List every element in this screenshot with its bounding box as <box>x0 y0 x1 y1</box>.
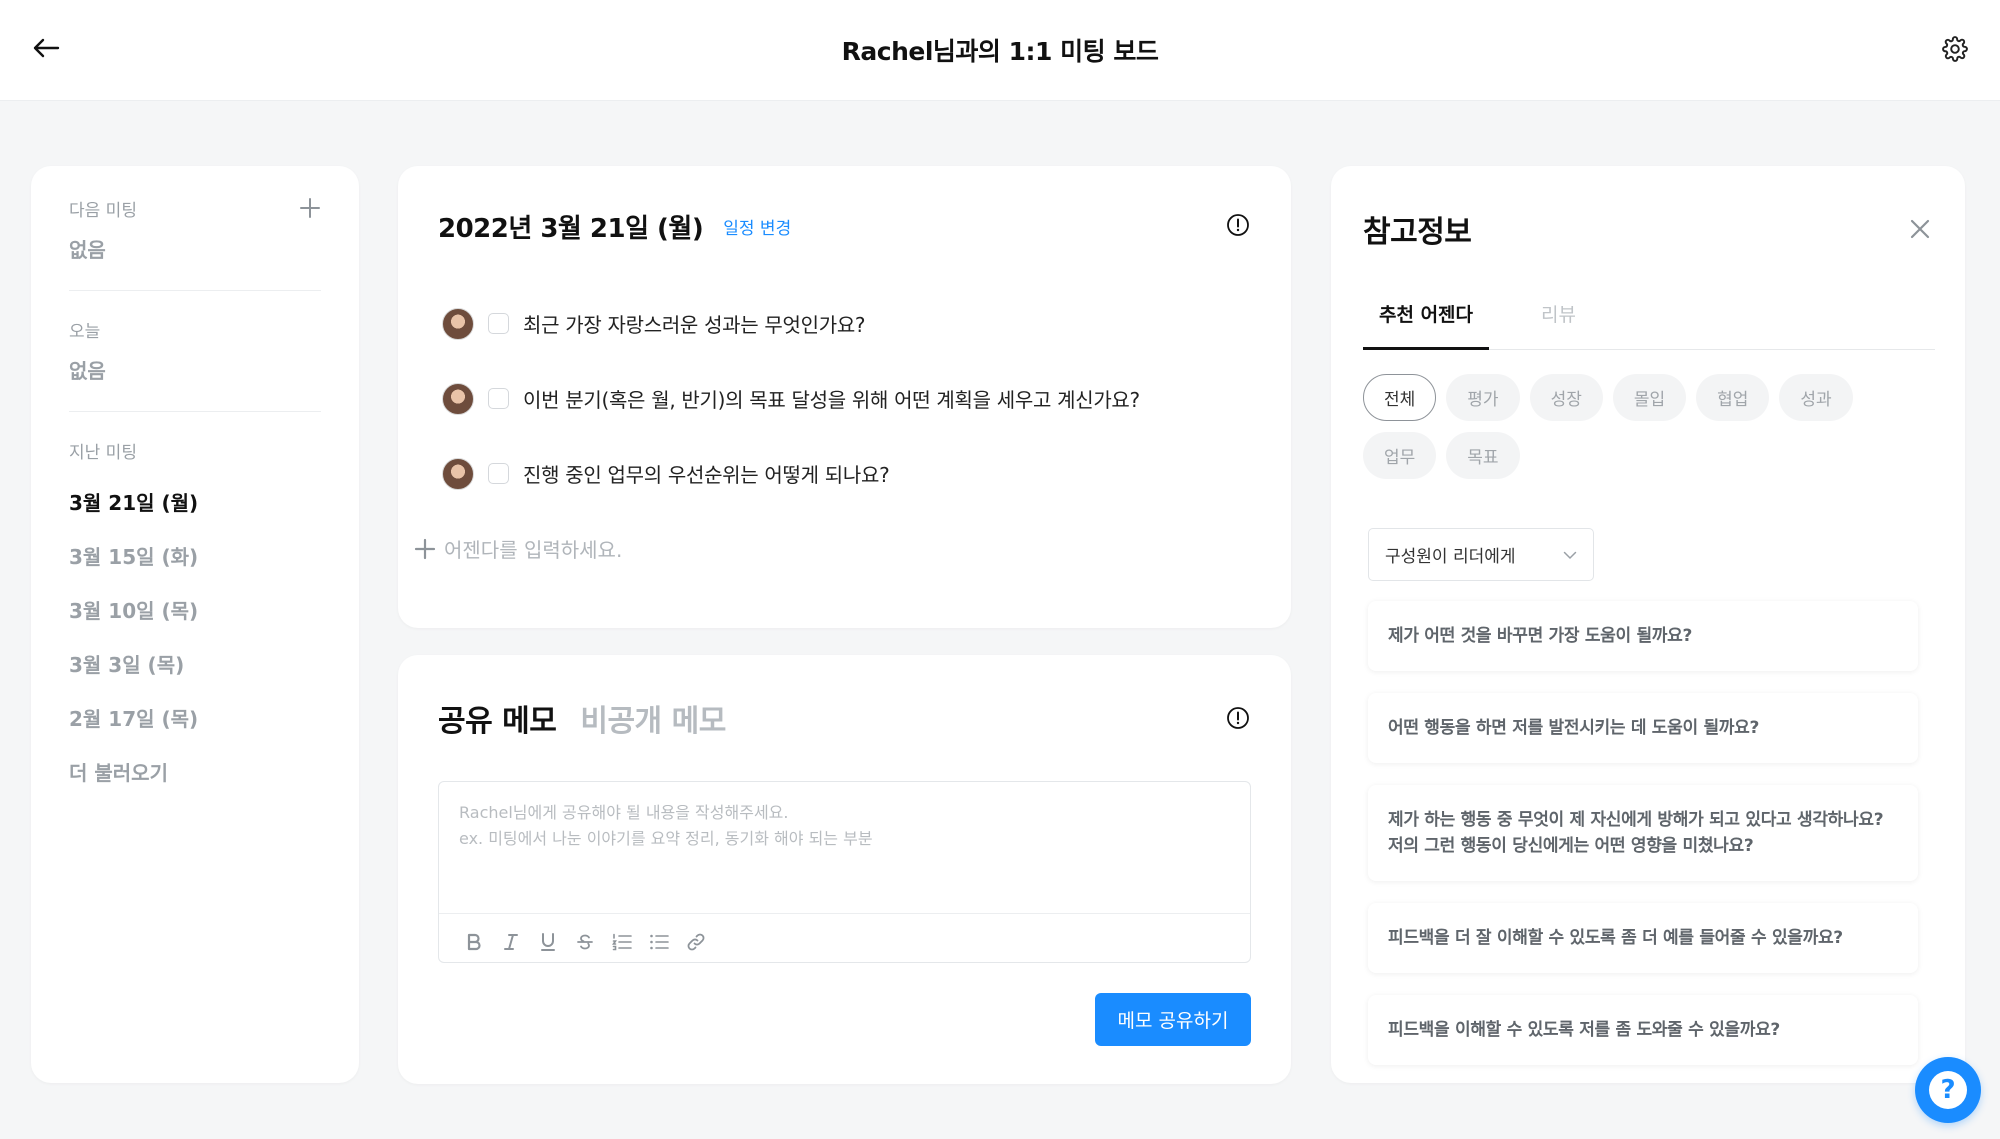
italic-button[interactable] <box>492 927 529 957</box>
category-chips: 전체 평가 성장 몰입 협업 성과 업무 목표 <box>1363 374 1883 490</box>
italic-icon <box>503 934 518 950</box>
bold-icon <box>467 933 481 951</box>
bullet-list-icon <box>649 934 669 950</box>
tab-review[interactable]: 리뷰 <box>1525 292 1592 350</box>
add-agenda-input[interactable]: 어젠다를 입력하세요. <box>414 511 1251 586</box>
question-icon: ? <box>1929 1071 1967 1109</box>
question-card[interactable]: 제가 하는 행동 중 무엇이 제 자신에게 방해가 되고 있다고 생각하나요? … <box>1368 785 1918 881</box>
today-value: 없음 <box>69 359 106 383</box>
tab-recommended-agenda[interactable]: 추천 어젠다 <box>1363 292 1490 350</box>
past-meeting-item[interactable]: 2월 17일 (목) <box>69 692 321 746</box>
agenda-header: 2022년 3월 21일 (월) 일정 변경 <box>438 166 1251 286</box>
underline-button[interactable] <box>529 927 566 957</box>
past-meeting-item[interactable]: 3월 15일 (화) <box>69 530 321 584</box>
ordered-list-button[interactable] <box>603 927 640 957</box>
link-button[interactable] <box>677 927 714 957</box>
page-title: Rachel님과의 1:1 미팅 보드 <box>841 37 1159 66</box>
agenda-card: 2022년 3월 21일 (월) 일정 변경 최근 가장 자랑스러운 성과는 무… <box>398 166 1291 628</box>
load-more-link[interactable]: 더 불러오기 <box>69 746 321 800</box>
meeting-date: 2022년 3월 21일 (월) <box>438 213 704 244</box>
help-button[interactable]: ? <box>1915 1057 1981 1123</box>
chip-goal[interactable]: 목표 <box>1446 432 1520 479</box>
next-meeting-value: 없음 <box>69 238 106 262</box>
agenda-item: 이번 분기(혹은 월, 반기)의 목표 달성을 위해 어떤 계획을 세우고 계신… <box>438 361 1251 436</box>
agenda-item: 진행 중인 업무의 우선순위는 어떻게 되나요? <box>438 436 1251 511</box>
close-reference-button[interactable] <box>1905 214 1935 244</box>
add-meeting-button[interactable] <box>299 197 321 219</box>
reference-title: 참고정보 <box>1363 215 1472 250</box>
question-card[interactable]: 피드백을 더 잘 이해할 수 있도록 좀 더 예를 들어줄 수 있을까요? <box>1368 903 1918 973</box>
change-schedule-link[interactable]: 일정 변경 <box>723 214 791 239</box>
past-meeting-item[interactable]: 3월 3일 (목) <box>69 638 321 692</box>
past-meetings-label: 지난 미팅 <box>69 442 137 463</box>
underline-icon <box>540 933 555 951</box>
chip-engagement[interactable]: 몰입 <box>1612 374 1687 421</box>
agenda-info-button[interactable] <box>1225 212 1251 238</box>
agenda-item: 최근 가장 자랑스러운 성과는 무엇인가요? <box>438 286 1251 361</box>
info-circle-icon <box>1227 707 1249 729</box>
memo-info-button[interactable] <box>1225 705 1251 731</box>
next-meeting-header: 다음 미팅 <box>69 188 321 228</box>
agenda-item-text[interactable]: 최근 가장 자랑스러운 성과는 무엇인가요? <box>523 309 866 338</box>
reference-tabs: 추천 어젠다 리뷰 <box>1363 292 1935 350</box>
meeting-sidebar: 다음 미팅 없음 오늘 없음 지난 미팅 3월 21일 (월) 3월 15일 (… <box>31 166 359 1083</box>
past-meetings-header: 지난 미팅 <box>69 430 321 470</box>
direction-select-value: 구성원이 리더에게 <box>1385 547 1516 567</box>
agenda-checkbox[interactable] <box>488 313 509 334</box>
question-card[interactable]: 어떤 행동을 하면 저를 발전시키는 데 도움이 될까요? <box>1368 693 1918 763</box>
strikethrough-icon <box>576 934 593 950</box>
settings-button[interactable] <box>1938 32 1972 66</box>
plus-icon <box>414 538 436 559</box>
avatar <box>442 457 474 490</box>
chip-collaboration[interactable]: 협업 <box>1696 374 1770 421</box>
ordered-list-icon <box>611 933 632 951</box>
bold-button[interactable] <box>455 927 492 957</box>
bullet-list-button[interactable] <box>640 927 677 957</box>
chip-evaluation[interactable]: 평가 <box>1446 374 1520 421</box>
question-card[interactable]: 피드백을 이해할 수 있도록 저를 좀 도와줄 수 있을까요? <box>1368 995 1918 1065</box>
question-list: 제가 어떤 것을 바꾸면 가장 도움이 될까요? 어떤 행동을 하면 저를 발전… <box>1363 601 1935 1065</box>
agenda-item-text[interactable]: 진행 중인 업무의 우선순위는 어떻게 되나요? <box>523 459 890 488</box>
today-label: 오늘 <box>69 321 101 342</box>
link-icon <box>687 933 704 951</box>
chip-performance[interactable]: 성과 <box>1779 374 1853 421</box>
plus-icon <box>300 198 320 218</box>
chip-work[interactable]: 업무 <box>1363 432 1437 479</box>
agenda-checkbox[interactable] <box>488 388 509 409</box>
gear-icon <box>1942 36 1968 62</box>
memo-editor <box>438 781 1251 963</box>
strikethrough-button[interactable] <box>566 927 603 957</box>
past-meeting-item[interactable]: 3월 21일 (월) <box>69 476 321 530</box>
chip-growth[interactable]: 성장 <box>1529 374 1603 421</box>
agenda-item-text[interactable]: 이번 분기(혹은 월, 반기)의 목표 달성을 위해 어떤 계획을 세우고 계신… <box>523 384 1140 413</box>
close-icon <box>1910 219 1930 239</box>
share-memo-button[interactable]: 메모 공유하기 <box>1095 993 1251 1046</box>
memo-tabs: 공유 메모 비공개 메모 <box>438 655 1251 781</box>
top-header: Rachel님과의 1:1 미팅 보드 <box>0 0 2000 101</box>
direction-select[interactable]: 구성원이 리더에게 <box>1368 528 1594 581</box>
reference-header: 참고정보 <box>1363 166 1935 292</box>
avatar <box>442 382 474 415</box>
info-circle-icon <box>1227 214 1249 236</box>
memo-textarea[interactable] <box>439 782 1250 914</box>
add-agenda-placeholder: 어젠다를 입력하세요. <box>444 538 623 562</box>
divider <box>69 411 321 412</box>
chip-all[interactable]: 전체 <box>1363 374 1437 421</box>
past-meeting-item[interactable]: 3월 10일 (목) <box>69 584 321 638</box>
editor-toolbar <box>439 918 1250 966</box>
divider <box>69 290 321 291</box>
agenda-checkbox[interactable] <box>488 463 509 484</box>
tab-shared-memo[interactable]: 공유 메모 <box>438 696 557 740</box>
avatar <box>442 307 474 340</box>
next-meeting-label: 다음 미팅 <box>69 200 137 221</box>
reference-panel: 참고정보 추천 어젠다 리뷰 전체 평가 성장 몰입 협업 성과 업무 목표 구… <box>1331 166 1965 1083</box>
today-header: 오늘 <box>69 309 321 349</box>
tab-private-memo[interactable]: 비공개 메모 <box>580 696 726 740</box>
chevron-down-icon <box>1563 551 1577 559</box>
question-card[interactable]: 제가 어떤 것을 바꾸면 가장 도움이 될까요? <box>1368 601 1918 671</box>
memo-card: 공유 메모 비공개 메모 Rachel님에게 공유해야 될 내용을 작성해주세요… <box>398 655 1291 1084</box>
